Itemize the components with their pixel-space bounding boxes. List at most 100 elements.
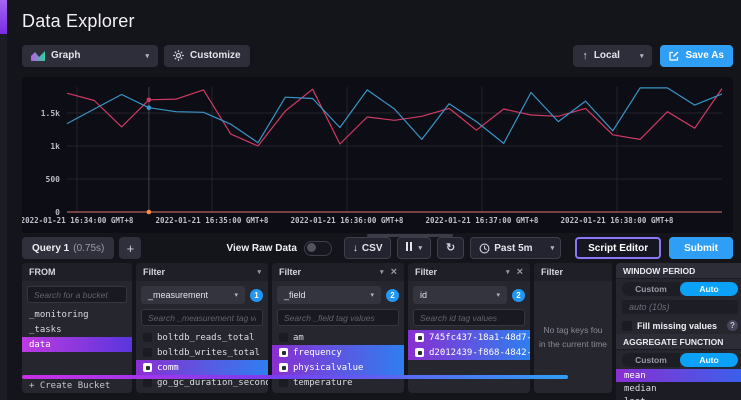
query-builder: FROM _monitoring_tasksdata + Create Buck… [22,263,741,400]
aggregate-function-header: AGGREGATE FUNCTION [616,334,741,350]
auto-segment[interactable]: Auto [680,282,738,296]
filter-title: Filter [143,267,165,277]
tag-value-item[interactable]: comm [136,360,268,375]
tag-value-item[interactable]: 745fc437-18a1-48d7-98a6-7.. [408,330,530,345]
csv-label: CSV [362,243,383,254]
clock-icon [479,243,490,254]
tag-value-label: temperature [293,378,353,388]
query-duration: (0.75s) [73,243,104,254]
pause-refresh-dropdown[interactable]: ▾ [397,237,431,259]
create-bucket-button[interactable]: + Create Bucket [22,378,132,393]
script-editor-button[interactable]: Script Editor [575,237,661,259]
bucket-item[interactable]: _tasks [22,322,132,337]
selected-count-badge: 1 [250,289,263,302]
close-icon[interactable]: × [517,268,523,277]
chevron-down-icon: ▾ [234,291,238,299]
checkbox[interactable] [279,348,288,357]
arrow-up-icon: ↑ [582,51,588,61]
aggregate-function-item[interactable]: last [616,395,741,400]
chevron-down-icon: ▾ [551,244,555,252]
save-as-button[interactable]: Save As [660,45,733,67]
checkbox[interactable] [143,378,152,387]
tag-value-item[interactable]: physicalvalue [272,360,404,375]
tag-value-item[interactable]: frequency [272,345,404,360]
refresh-icon: ↻ [446,243,455,253]
local-tz-dropdown[interactable]: ↑ Local ▾ [573,45,652,67]
selected-count-badge: 2 [386,289,399,302]
checkbox[interactable] [143,333,152,342]
view-raw-data-toggle[interactable] [304,241,332,256]
svg-text:500: 500 [46,175,61,184]
filter-panel-header: Filter ▾ [136,263,268,281]
download-icon: ↓ [353,243,358,254]
query-toolbar: Query 1 (0.75s) + View Raw Data ↓ CSV ▾ … [22,237,733,259]
left-nav-sliver [0,0,7,400]
auto-segment[interactable]: Auto [680,353,738,367]
checkbox[interactable] [415,333,424,342]
add-query-button[interactable]: + [119,237,141,259]
save-as-icon [669,51,679,61]
submit-button[interactable]: Submit [669,237,733,259]
tag-key-dropdown[interactable]: id ▾ [413,286,507,304]
aggregate-function-item[interactable]: median [616,382,741,395]
tag-value-label: go_goroutines [157,393,227,394]
view-type-label: Graph [51,50,80,61]
area-chart-icon [31,50,45,61]
bucket-search-input[interactable] [27,286,127,303]
time-range-dropdown[interactable]: Past 5m ▾ [470,237,561,259]
checkbox[interactable] [279,333,288,342]
help-icon[interactable]: ? [727,320,738,331]
refresh-button[interactable]: ↻ [437,237,464,259]
checkbox[interactable] [279,363,288,372]
tag-value-label: d2012439-f868-4842-bfef-8.. [429,348,530,358]
download-csv-button[interactable]: ↓ CSV [344,237,392,259]
custom-segment[interactable]: Custom [622,282,680,296]
line-chart[interactable]: 05001k1.5k2022-01-21 16:34:00 GMT+82022-… [22,77,733,233]
aggregate-function-item[interactable]: mean [616,369,741,382]
data-explorer-page: Data Explorer Graph ▾ Customize [7,0,741,400]
svg-text:2022-01-21 16:36:00 GMT+8: 2022-01-21 16:36:00 GMT+8 [291,216,404,225]
visualization-toolbar: Graph ▾ Customize ↑ Local ▾ [22,44,733,67]
bucket-item[interactable]: data [22,337,132,352]
svg-text:2022-01-21 16:35:00 GMT+8: 2022-01-21 16:35:00 GMT+8 [156,216,269,225]
tag-key-label: id [420,290,427,300]
tag-value-item[interactable]: am [272,330,404,345]
tag-value-label: comm [157,363,179,373]
tag-value-item[interactable]: d2012439-f868-4842-bfef-8.. [408,345,530,360]
tag-key-dropdown[interactable]: _measurement ▾ [141,286,245,304]
field-search-input[interactable] [277,309,399,326]
query-tab[interactable]: Query 1 (0.75s) [22,237,114,259]
close-icon[interactable]: × [391,268,397,277]
chevron-down-icon: ▾ [370,291,374,299]
tag-value-item[interactable]: go_goroutines [136,390,268,393]
view-type-dropdown[interactable]: Graph ▾ [22,45,158,67]
customize-button[interactable]: Customize [164,45,250,67]
window-period-value[interactable]: auto (10s) [622,300,738,314]
window-period-header: WINDOW PERIOD [616,263,741,279]
filter-title: Filter [415,267,437,277]
influxdb-logo[interactable] [0,0,7,34]
chevron-down-icon[interactable]: ▾ [257,268,261,276]
tag-key-dropdown[interactable]: _field ▾ [277,286,381,304]
horizontal-scrollbar-thumb[interactable] [367,234,453,237]
custom-segment[interactable]: Custom [622,353,680,367]
chevron-down-icon[interactable]: ▾ [506,268,510,276]
tag-value-item[interactable]: boltdb_writes_total [136,345,268,360]
svg-text:2022-01-21 16:38:00 GMT+8: 2022-01-21 16:38:00 GMT+8 [561,216,674,225]
chevron-down-icon[interactable]: ▾ [380,268,384,276]
tag-value-item[interactable]: boltdb_reads_total [136,330,268,345]
bucket-item[interactable]: _monitoring [22,307,132,322]
builder-gradient-scrollbar[interactable] [22,375,568,379]
id-search-input[interactable] [413,309,525,326]
filter-panel-id: Filter ▾ × id ▾ 2 745fc437-18a1-48d7-98a… [408,263,530,393]
checkbox[interactable] [415,348,424,357]
from-panel-header: FROM [22,263,132,281]
checkbox[interactable] [279,378,288,387]
aggregate-segmented-control: Custom Auto [622,353,738,367]
measurement-search-input[interactable] [141,309,263,326]
svg-text:1k: 1k [50,142,60,151]
checkbox[interactable] [143,348,152,357]
pause-icon [406,242,414,254]
checkbox[interactable] [143,363,152,372]
fill-missing-checkbox[interactable] [622,321,632,331]
